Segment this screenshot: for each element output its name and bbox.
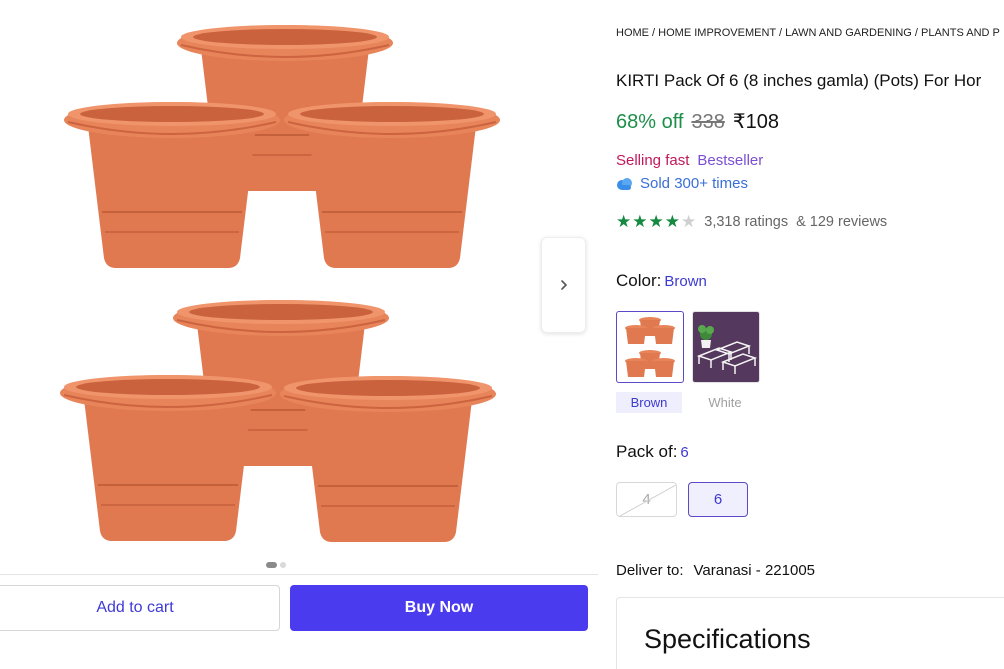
price-row: 68% off 338 ₹108	[616, 109, 779, 134]
product-title: KIRTI Pack Of 6 (8 inches gamla) (Pots) …	[616, 71, 982, 90]
color-swatch-white[interactable]	[692, 311, 760, 383]
star-rating: ★ ★ ★ ★ ★	[616, 213, 696, 230]
pack-option-6-label: 6	[713, 491, 723, 508]
buy-now-button[interactable]: Buy Now	[290, 585, 588, 631]
star-icon: ★	[664, 212, 680, 231]
cloud-icon	[617, 177, 632, 190]
breadcrumb-item-home-improvement[interactable]: HOME IMPROVEMENT	[658, 27, 776, 39]
delivery-location[interactable]: Varanasi - 221005	[694, 562, 815, 579]
product-image[interactable]	[40, 10, 520, 555]
star-icon: ★	[632, 212, 648, 231]
pack-label: Pack of:	[616, 442, 678, 461]
color-label: Color:	[616, 271, 662, 290]
specifications-card: Specifications	[616, 597, 1004, 669]
chevron-right-icon	[560, 280, 567, 290]
specifications-title: Specifications	[644, 624, 811, 654]
brown-pots-thumbnail	[625, 317, 675, 377]
breadcrumb-separator: /	[649, 27, 659, 39]
add-to-cart-button[interactable]: Add to cart	[0, 585, 280, 631]
breadcrumb-separator: /	[775, 27, 786, 39]
carousel-dot[interactable]	[280, 562, 286, 568]
color-option-white-label[interactable]: White	[692, 392, 758, 413]
ratings-count: 3,318 ratings	[704, 213, 789, 230]
reviews-count: & 129 reviews	[796, 213, 888, 230]
color-selector-label: Color: Brown	[616, 271, 707, 291]
color-option-brown-label[interactable]: Brown	[616, 392, 682, 413]
white-stands-thumbnail	[696, 325, 758, 374]
pack-selected-value: 6	[680, 444, 689, 461]
divider	[0, 574, 598, 575]
delivery-row: Deliver to: Varanasi - 221005	[616, 562, 815, 579]
bestseller-badge: Bestseller	[697, 152, 764, 169]
product-gallery: Add to cart Buy Now	[0, 0, 600, 669]
star-empty-icon: ★	[681, 212, 697, 231]
sold-count: Sold 300+ times	[616, 175, 748, 192]
discount-percent: 68% off	[616, 111, 684, 133]
original-price: 338	[691, 111, 725, 133]
deliver-to-label: Deliver to:	[616, 562, 684, 579]
next-image-button[interactable]	[541, 237, 586, 333]
product-details: HOME / HOME IMPROVEMENT / LAWN AND GARDE…	[616, 0, 1004, 669]
breadcrumb-item-home[interactable]: HOME	[616, 27, 649, 39]
breadcrumb-item-lawn-and-gardening[interactable]: LAWN AND GARDENING	[785, 27, 912, 39]
selling-fast-badge: Selling fast	[616, 152, 690, 169]
carousel-dot-active[interactable]	[266, 562, 277, 568]
sold-text: Sold 300+ times	[640, 175, 748, 192]
product-tags: Selling fast Bestseller	[616, 152, 763, 169]
carousel-dots	[266, 562, 286, 568]
star-icon: ★	[616, 212, 632, 231]
color-swatch-brown[interactable]	[616, 311, 684, 383]
rating-row[interactable]: ★ ★ ★ ★ ★ 3,318 ratings & 129 reviews	[616, 213, 887, 230]
pack-selector-label: Pack of: 6	[616, 442, 689, 462]
star-icon: ★	[648, 212, 664, 231]
color-selected-value: Brown	[664, 273, 707, 290]
selling-price: ₹108	[732, 111, 779, 133]
pack-option-6[interactable]: 6	[688, 482, 748, 517]
breadcrumb: HOME / HOME IMPROVEMENT / LAWN AND GARDE…	[616, 27, 1000, 39]
breadcrumb-item-plants[interactable]: PLANTS AND P	[921, 27, 1000, 39]
pack-option-4[interactable]: 4	[616, 482, 677, 517]
unavailable-strike	[617, 483, 676, 516]
breadcrumb-separator: /	[911, 27, 922, 39]
